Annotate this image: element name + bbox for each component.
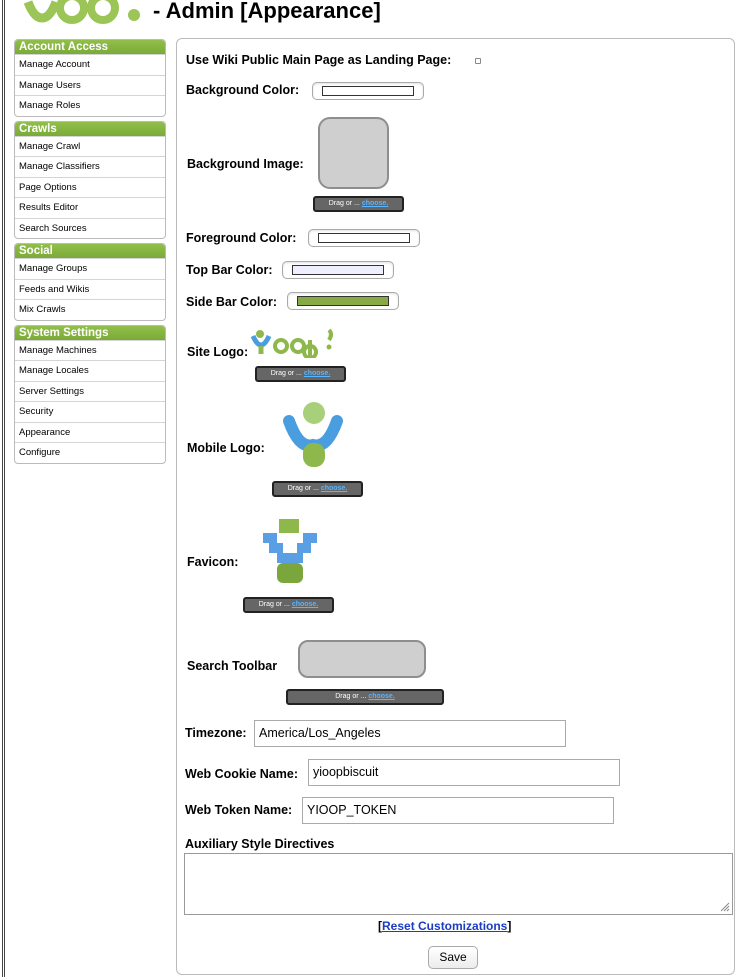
mobile-logo-label: Mobile Logo:: [187, 441, 265, 455]
search-toolbar-upload-button[interactable]: Drag or ... choose.: [286, 689, 444, 705]
aux-style-label: Auxiliary Style Directives: [185, 837, 335, 851]
sidebar-item-manage-crawl[interactable]: Manage Crawl: [15, 135, 165, 157]
left-border: [2, 0, 5, 977]
page-title: - Admin [Appearance]: [153, 0, 381, 23]
background-image-label: Background Image:: [187, 157, 304, 171]
sidebar-item-server-settings[interactable]: Server Settings: [15, 380, 165, 402]
save-button[interactable]: Save: [428, 946, 478, 969]
background-color-label: Background Color:: [186, 83, 300, 97]
top-bar-color-swatch: [292, 265, 384, 275]
choose-link[interactable]: choose.: [362, 200, 388, 207]
sidebar-item-manage-machines[interactable]: Manage Machines: [15, 339, 165, 361]
appearance-form: Use Wiki Public Main Page as Landing Pag…: [176, 38, 735, 975]
search-toolbar-preview: [298, 640, 426, 678]
site-logo-label: Site Logo:: [187, 345, 249, 359]
sidebar-item-manage-users[interactable]: Manage Users: [15, 74, 165, 96]
background-color-swatch: [322, 86, 414, 96]
background-image-preview: [318, 117, 389, 189]
wiki-landing-checkbox[interactable]: [475, 58, 481, 64]
sidebar-section-title: Crawls: [15, 121, 165, 136]
top-bar-color-picker[interactable]: [282, 261, 394, 279]
sidebar-section-account-access: Account Access Manage Account Manage Use…: [14, 39, 166, 117]
favicon-upload-button[interactable]: Drag or ... choose.: [243, 597, 334, 613]
choose-link[interactable]: choose.: [321, 485, 347, 492]
search-toolbar-label: Search Toolbar: [187, 659, 278, 673]
side-bar-color-swatch: [297, 296, 389, 306]
sidebar-section-crawls: Crawls Manage Crawl Manage Classifiers P…: [14, 120, 166, 239]
cookie-name-label: Web Cookie Name:: [185, 767, 298, 781]
cookie-name-input[interactable]: yioopbiscuit: [308, 759, 620, 786]
choose-link[interactable]: choose.: [292, 601, 318, 608]
foreground-color-label: Foreground Color:: [186, 231, 297, 245]
aux-style-textarea[interactable]: [184, 853, 733, 915]
sidebar-item-mix-crawls[interactable]: Mix Crawls: [15, 299, 165, 320]
background-color-picker[interactable]: [312, 82, 424, 100]
drag-text: Drag or ...: [335, 693, 367, 700]
reset-customizations-link[interactable]: Reset Customizations: [382, 919, 507, 933]
sidebar-item-page-options[interactable]: Page Options: [15, 176, 165, 198]
token-name-input[interactable]: YIOOP_TOKEN: [302, 797, 614, 824]
sidebar-item-manage-roles[interactable]: Manage Roles: [15, 95, 165, 116]
favicon-icon: [263, 519, 317, 583]
choose-link[interactable]: choose.: [368, 693, 394, 700]
token-name-label: Web Token Name:: [185, 803, 293, 817]
sidebar-item-results-editor[interactable]: Results Editor: [15, 197, 165, 218]
site-logo-upload-button[interactable]: Drag or ... choose.: [255, 366, 346, 382]
timezone-label: Timezone:: [185, 726, 247, 740]
top-bar-color-label: Top Bar Color:: [186, 263, 273, 277]
sidebar-section-title: System Settings: [15, 325, 165, 340]
sidebar-item-configure[interactable]: Configure: [15, 442, 165, 463]
drag-text: Drag or ...: [328, 200, 360, 207]
foreground-color-swatch: [318, 233, 410, 243]
sidebar-item-feeds-and-wikis[interactable]: Feeds and Wikis: [15, 278, 165, 300]
reset-customizations: [Reset Customizations]: [378, 919, 511, 933]
choose-link[interactable]: choose.: [304, 370, 330, 377]
timezone-input[interactable]: America/Los_Angeles: [254, 720, 566, 747]
sidebar-item-security[interactable]: Security: [15, 401, 165, 422]
yioop-logo-icon: [24, 0, 140, 24]
favicon-label: Favicon:: [187, 555, 239, 569]
mobile-logo-icon: [283, 402, 343, 467]
reset-bracket-close: ]: [507, 919, 512, 933]
sidebar-section-title: Account Access: [15, 40, 165, 54]
sidebar-section-title: Social: [15, 244, 165, 258]
sidebar-section-system-settings: System Settings Manage Machines Manage L…: [14, 324, 166, 464]
foreground-color-picker[interactable]: [308, 229, 420, 247]
drag-text: Drag or ...: [287, 485, 319, 492]
sidebar-item-search-sources[interactable]: Search Sources: [15, 217, 165, 239]
admin-sidebar: Account Access Manage Account Manage Use…: [14, 39, 166, 468]
sidebar-item-manage-classifiers[interactable]: Manage Classifiers: [15, 156, 165, 177]
sidebar-section-social: Social Manage Groups Feeds and Wikis Mix…: [14, 243, 166, 321]
side-bar-color-label: Side Bar Color:: [186, 295, 277, 309]
wiki-landing-label: Use Wiki Public Main Page as Landing Pag…: [186, 53, 452, 67]
mobile-logo-upload-button[interactable]: Drag or ... choose.: [272, 481, 363, 497]
sidebar-item-manage-account[interactable]: Manage Account: [15, 54, 165, 75]
drag-text: Drag or ...: [270, 370, 302, 377]
site-logo-icon: [250, 328, 333, 358]
sidebar-item-appearance[interactable]: Appearance: [15, 421, 165, 443]
sidebar-item-manage-groups[interactable]: Manage Groups: [15, 258, 165, 279]
sidebar-item-manage-locales[interactable]: Manage Locales: [15, 360, 165, 381]
resize-grip-icon[interactable]: [720, 902, 730, 912]
side-bar-color-picker[interactable]: [287, 292, 399, 310]
drag-text: Drag or ...: [258, 601, 290, 608]
background-image-upload-button[interactable]: Drag or ... choose.: [313, 196, 404, 212]
